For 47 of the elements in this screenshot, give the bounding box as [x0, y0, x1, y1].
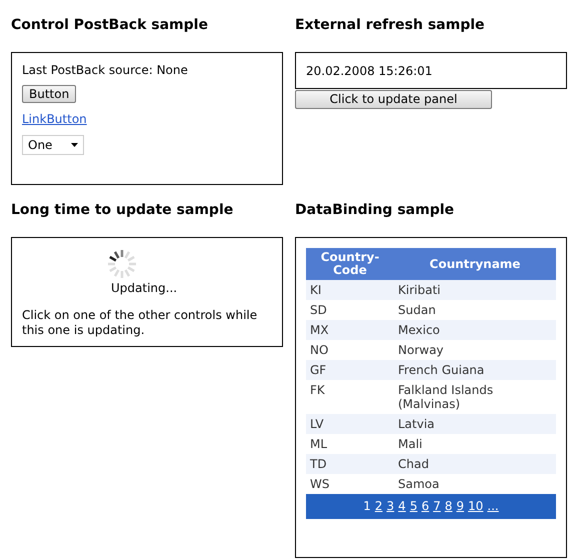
section-heading: Long time to update sample — [11, 201, 234, 219]
postback-source-label: Last PostBack source: None — [22, 63, 188, 77]
page-link[interactable]: ... — [487, 499, 499, 513]
table-cell: TD — [306, 454, 394, 474]
table-cell: Mali — [394, 434, 556, 454]
table-cell: MX — [306, 320, 394, 340]
section-heading: DataBinding sample — [295, 201, 456, 219]
timestamp: 20.02.2008 15:26:01 — [306, 64, 432, 78]
link-button[interactable]: LinkButton — [22, 112, 87, 126]
table-cell: SD — [306, 300, 394, 320]
page-link[interactable]: 10 — [468, 499, 484, 513]
page-link[interactable]: 4 — [398, 499, 406, 513]
table-cell: Latvia — [394, 414, 556, 434]
table-cell: LV — [306, 414, 394, 434]
table-cell: Mexico — [394, 320, 556, 340]
table-cell: Norway — [394, 340, 556, 360]
page-link[interactable]: 7 — [433, 499, 441, 513]
button[interactable]: Button — [22, 85, 76, 103]
dropdown[interactable]: One — [22, 135, 84, 155]
section-heading: Control PostBack sample — [11, 16, 209, 34]
table-cell: NO — [306, 340, 394, 360]
page-link[interactable]: 2 — [374, 499, 383, 513]
table-cell: Sudan — [394, 300, 556, 320]
table-cell: Kiribati — [394, 280, 556, 300]
page-link[interactable]: 9 — [456, 499, 464, 513]
page-link[interactable]: 6 — [421, 499, 430, 513]
table-cell: Samoa — [394, 474, 556, 494]
table-cell: KI — [306, 280, 394, 300]
update-panel-button[interactable]: Click to update panel — [295, 90, 492, 109]
table-cell: GF — [306, 360, 394, 380]
table-cell: Falkland Islands (Malvinas) — [394, 380, 556, 414]
table-cell: ML — [306, 434, 394, 454]
spinner-icon — [106, 248, 138, 280]
current-page: 1 — [363, 499, 371, 513]
caret-icon — [71, 143, 78, 147]
table-cell: FK — [306, 380, 394, 414]
page-link[interactable]: 8 — [444, 499, 452, 513]
note-text: Click on one of the other controls while this one is updating. — [22, 308, 258, 338]
page-link[interactable]: 3 — [386, 499, 394, 513]
section-heading: External refresh sample — [295, 16, 486, 34]
column-header: Country-Code — [306, 248, 394, 280]
column-header: Countryname — [394, 248, 556, 280]
table-cell: French Guiana — [394, 360, 556, 380]
status-text: Updating... — [111, 280, 178, 296]
table-cell: Chad — [394, 454, 556, 474]
page-link[interactable]: 5 — [410, 499, 418, 513]
table-cell: WS — [306, 474, 394, 494]
